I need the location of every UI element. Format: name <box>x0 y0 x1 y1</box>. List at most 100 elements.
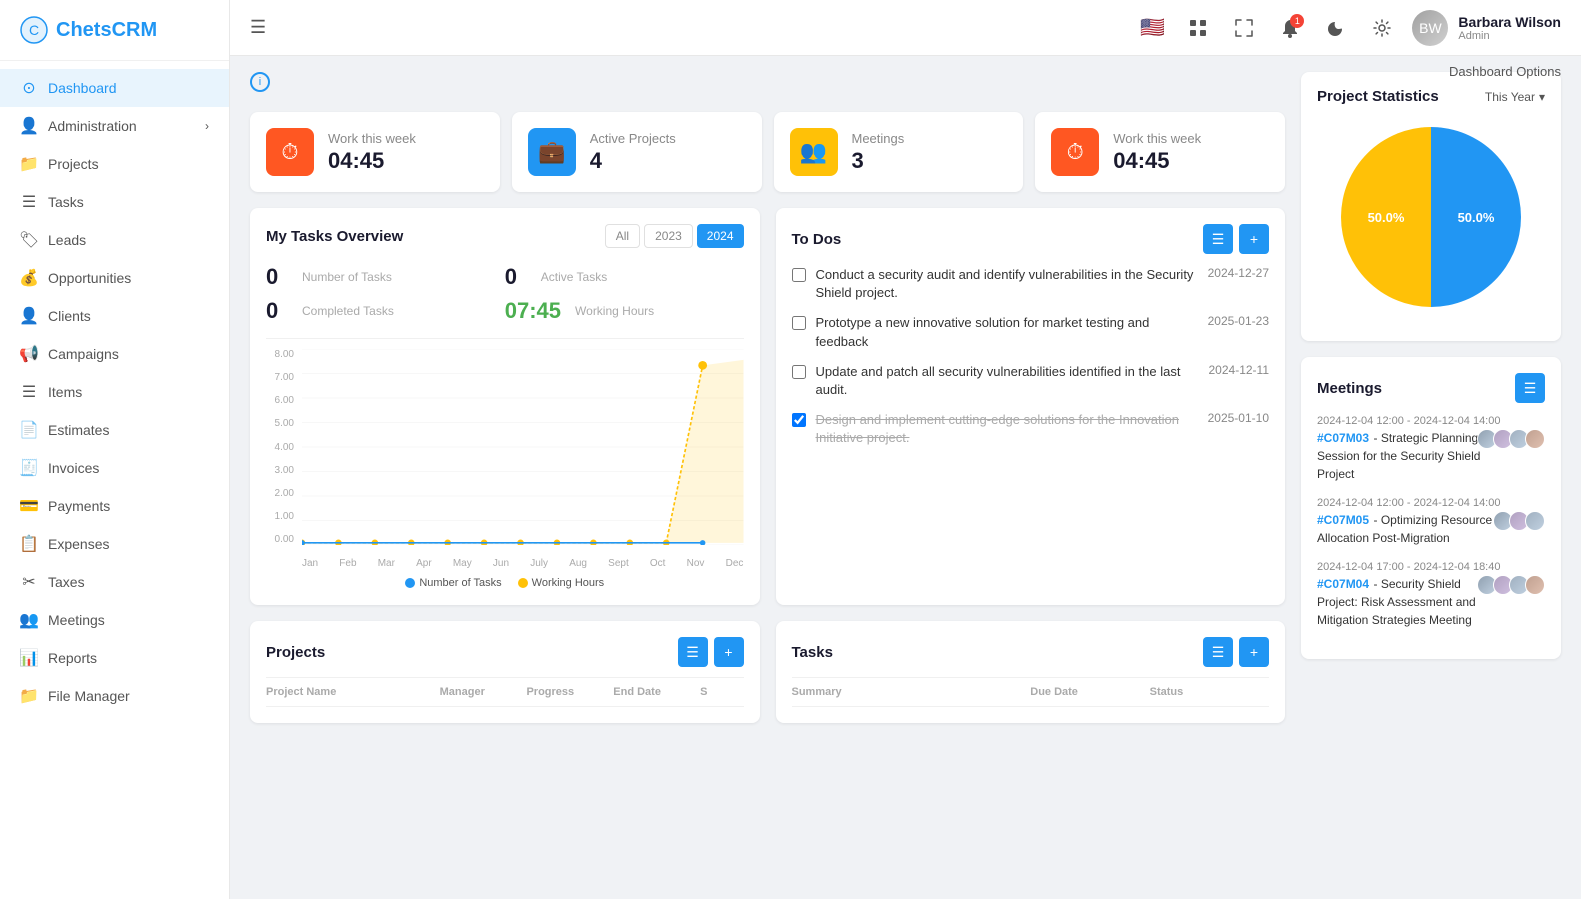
todo-checkbox-1[interactable] <box>792 268 806 282</box>
sidebar-item-clients[interactable]: 👤 Clients <box>0 297 229 335</box>
fullscreen-icon[interactable] <box>1228 12 1260 44</box>
x-oct: Oct <box>650 558 666 569</box>
sidebar-item-reports[interactable]: 📊 Reports <box>0 639 229 677</box>
menu-toggle-icon[interactable]: ☰ <box>250 17 266 38</box>
sidebar-item-filemanager[interactable]: 📁 File Manager <box>0 677 229 715</box>
year-select[interactable]: This Year ▾ <box>1485 90 1545 104</box>
stat-icon-clock-1: ⏱ <box>266 128 314 176</box>
sidebar-item-invoices[interactable]: 🧾 Invoices <box>0 449 229 487</box>
todos-add-btn[interactable]: + <box>1239 224 1269 254</box>
sidebar-item-expenses[interactable]: 📋 Expenses <box>0 525 229 563</box>
dark-mode-icon[interactable] <box>1320 12 1352 44</box>
stat-card-work-week-2: ⏱ Work this week 04:45 <box>1035 112 1285 192</box>
info-icon[interactable]: i <box>250 72 270 92</box>
bottom-row: Projects ☰ + Project Name Manager Progre… <box>250 621 1285 723</box>
y-label-1: 1.00 <box>266 511 294 522</box>
projects-col-status: S <box>700 686 743 698</box>
sidebar-item-tasks[interactable]: ☰ Tasks <box>0 183 229 221</box>
chart-legend: Number of Tasks Working Hours <box>266 577 744 589</box>
tasks-card: Tasks ☰ + Summary Due Date Status <box>776 621 1286 723</box>
y-label-2: 2.00 <box>266 488 294 499</box>
sidebar-item-taxes[interactable]: ✂ Taxes <box>0 563 229 601</box>
stat-info-4: Work this week 04:45 <box>1113 131 1201 174</box>
sidebar-item-campaigns[interactable]: 📢 Campaigns <box>0 335 229 373</box>
active-tasks-label: Active Tasks <box>541 270 607 284</box>
working-hours-stat: 07:45 Working Hours <box>505 294 744 328</box>
grid-icon[interactable] <box>1182 12 1214 44</box>
projects-col-name: Project Name <box>266 686 440 698</box>
todo-checkbox-3[interactable] <box>792 365 806 379</box>
todos-list-view-btn[interactable]: ☰ <box>1203 224 1233 254</box>
stat-card-active-projects: 💼 Active Projects 4 <box>512 112 762 192</box>
todo-checkbox-2[interactable] <box>792 316 806 330</box>
meetings-panel-title: Meetings <box>1317 380 1382 397</box>
notification-bell-icon[interactable]: 1 <box>1274 12 1306 44</box>
todos-actions: ☰ + <box>1203 224 1269 254</box>
meetings-icon: 👥 <box>20 611 38 629</box>
settings-icon[interactable] <box>1366 12 1398 44</box>
tasks-col-status: Status <box>1150 686 1269 698</box>
legend-label-hours: Working Hours <box>532 577 605 589</box>
taxes-icon: ✂ <box>20 573 38 591</box>
todos-header: To Dos ☰ + <box>792 224 1270 254</box>
sidebar-label-items: Items <box>48 384 82 400</box>
header: ☰ 🇺🇸 1 <box>230 0 1581 56</box>
todo-date-2: 2025-01-23 <box>1208 314 1269 328</box>
tasks-add-btn[interactable]: + <box>1239 637 1269 667</box>
tasks-overview-title: My Tasks Overview <box>266 228 403 245</box>
flag-icon[interactable]: 🇺🇸 <box>1136 12 1168 44</box>
meeting-code-2[interactable]: #C07M05 <box>1317 513 1369 527</box>
meeting-code-1[interactable]: #C07M03 <box>1317 431 1369 445</box>
svg-text:50.0%: 50.0% <box>1458 210 1495 225</box>
sidebar-item-leads[interactable]: 🏷 Leads <box>0 221 229 259</box>
active-tasks-value: 0 <box>505 264 533 290</box>
estimates-icon: 📄 <box>20 421 38 439</box>
projects-list-btn[interactable]: ☰ <box>678 637 708 667</box>
leads-icon: 🏷 <box>20 231 38 249</box>
meeting-code-3[interactable]: #C07M04 <box>1317 577 1369 591</box>
completed-tasks-label: Completed Tasks <box>302 304 394 318</box>
todo-checkbox-4[interactable] <box>792 413 806 427</box>
filemanager-icon: 📁 <box>20 687 38 705</box>
tab-all[interactable]: All <box>605 224 640 248</box>
sidebar-item-projects[interactable]: 📁 Projects <box>0 145 229 183</box>
working-hours-label: Working Hours <box>575 304 654 318</box>
todo-text-2: Prototype a new innovative solution for … <box>816 314 1198 350</box>
gear-icon <box>1373 19 1391 37</box>
sidebar-label-campaigns: Campaigns <box>48 346 119 362</box>
sidebar-item-items[interactable]: ☰ Items <box>0 373 229 411</box>
sidebar-item-opportunities[interactable]: 💰 Opportunities <box>0 259 229 297</box>
avatar: BW <box>1412 10 1448 46</box>
stat-label-3: Meetings <box>852 131 905 146</box>
sidebar-item-administration[interactable]: 👤 Administration › <box>0 107 229 145</box>
legend-tasks: Number of Tasks <box>405 577 501 589</box>
projects-actions: ☰ + <box>678 637 744 667</box>
x-aug: Aug <box>569 558 587 569</box>
y-label-0: 0.00 <box>266 534 294 545</box>
sidebar-item-payments[interactable]: 💳 Payments <box>0 487 229 525</box>
stats-row: ⏱ Work this week 04:45 💼 Active Projects… <box>250 112 1285 192</box>
meeting-row-3: #C07M04 - Security Shield Project: Risk … <box>1317 575 1545 629</box>
sidebar-item-estimates[interactable]: 📄 Estimates <box>0 411 229 449</box>
tab-2024[interactable]: 2024 <box>697 224 744 248</box>
moon-icon <box>1327 19 1345 37</box>
x-nov: Nov <box>687 558 705 569</box>
projects-add-btn[interactable]: + <box>714 637 744 667</box>
todo-item-2: Prototype a new innovative solution for … <box>792 314 1270 350</box>
sidebar-item-meetings[interactable]: 👥 Meetings <box>0 601 229 639</box>
tab-2023[interactable]: 2023 <box>644 224 693 248</box>
meetings-panel-list-btn[interactable]: ☰ <box>1515 373 1545 403</box>
chart-x-labels: Jan Feb Mar Apr May Jun July Aug Sept Oc… <box>302 558 744 569</box>
stat-icon-clock-2: ⏱ <box>1051 128 1099 176</box>
header-actions: 🇺🇸 1 <box>1136 10 1561 46</box>
logo-text: ChetsCRM <box>56 19 157 42</box>
tasks-stats: 0 Number of Tasks 0 Active Tasks 0 Compl… <box>266 260 744 339</box>
chart-y-labels: 8.00 7.00 6.00 5.00 4.00 3.00 2.00 1.00 … <box>266 349 298 545</box>
user-profile[interactable]: BW Barbara Wilson Admin <box>1412 10 1561 46</box>
tasks-list-btn[interactable]: ☰ <box>1203 637 1233 667</box>
middle-row: My Tasks Overview All 2023 2024 0 Number… <box>250 208 1285 605</box>
projects-header: Projects ☰ + <box>266 637 744 678</box>
svg-text:C: C <box>29 22 39 38</box>
dashboard-options-label[interactable]: Dashboard Options <box>1449 64 1561 79</box>
sidebar-item-dashboard[interactable]: ⊙ Dashboard <box>0 69 229 107</box>
